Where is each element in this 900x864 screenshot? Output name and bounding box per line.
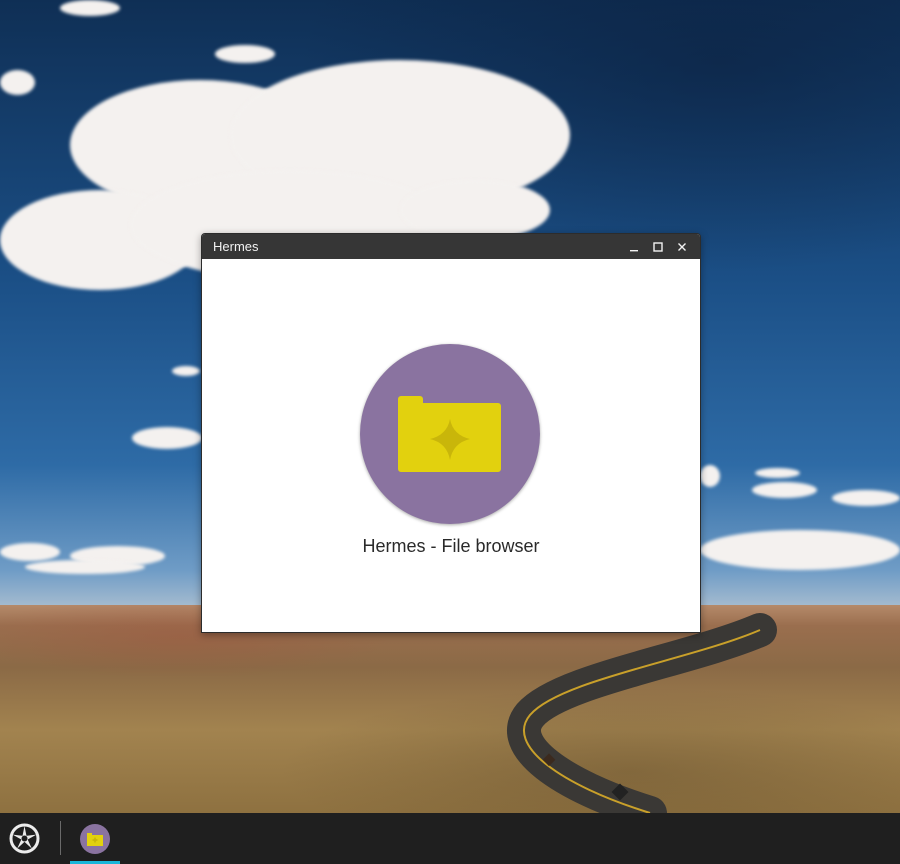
maximize-button[interactable] xyxy=(646,234,670,259)
close-icon xyxy=(678,242,686,251)
folder-icon xyxy=(398,396,501,472)
window-title: Hermes xyxy=(213,239,259,254)
app-logo xyxy=(360,344,540,524)
app-window: Hermes Hermes - File browser xyxy=(201,233,701,633)
app-name: Hermes - File browser xyxy=(362,536,540,556)
taskbar-app-icon xyxy=(80,824,110,854)
minimize-button[interactable] xyxy=(622,234,646,259)
taskbar-separator xyxy=(60,821,61,855)
close-button[interactable] xyxy=(670,234,694,259)
launcher-button[interactable] xyxy=(9,823,40,854)
folder-icon xyxy=(87,833,103,846)
window-titlebar[interactable]: Hermes xyxy=(202,234,700,259)
minimize-icon xyxy=(630,249,638,251)
launcher-icon xyxy=(9,823,40,854)
window-controls xyxy=(622,234,694,259)
taskbar-item-hermes[interactable] xyxy=(70,813,120,864)
taskbar xyxy=(0,813,900,864)
maximize-icon xyxy=(653,241,663,252)
window-content: Hermes - File browser xyxy=(202,259,700,632)
